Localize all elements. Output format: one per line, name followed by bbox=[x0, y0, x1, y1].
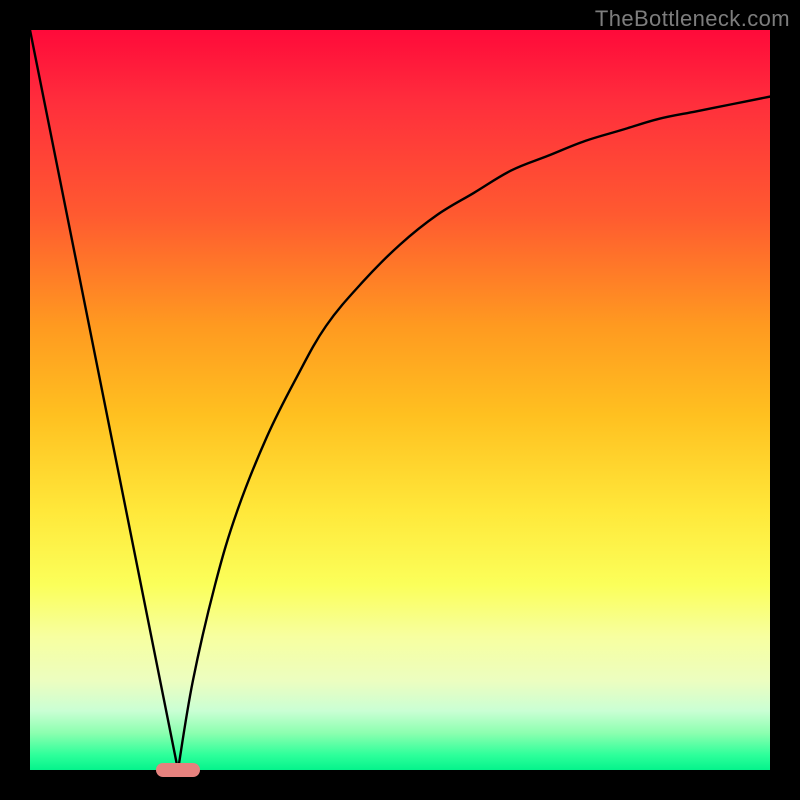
curve-left-branch bbox=[30, 30, 178, 770]
chart-frame: TheBottleneck.com bbox=[0, 0, 800, 800]
bottleneck-marker bbox=[156, 763, 200, 777]
curve-svg bbox=[30, 30, 770, 770]
curve-right-branch bbox=[178, 97, 770, 770]
watermark-text: TheBottleneck.com bbox=[595, 6, 790, 32]
plot-area bbox=[30, 30, 770, 770]
